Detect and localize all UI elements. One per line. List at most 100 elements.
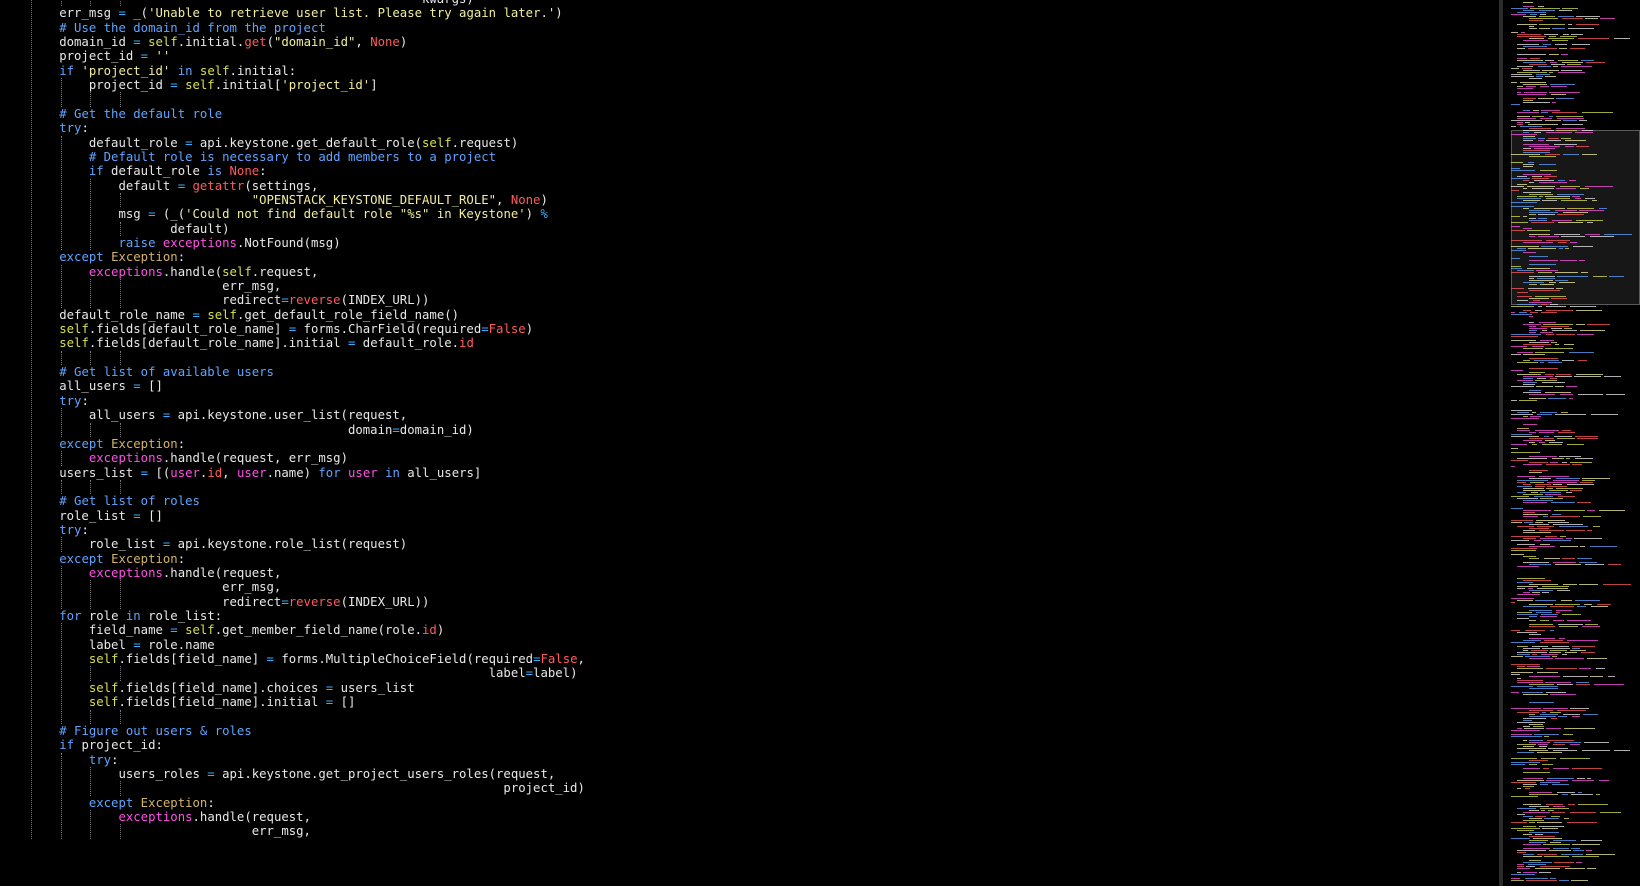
code-line[interactable]: "OPENSTACK_KEYSTONE_DEFAULT_ROLE", None) [0, 193, 548, 208]
minimap-stroke [1540, 544, 1550, 545]
code-line[interactable]: try: [0, 523, 89, 538]
code-line[interactable]: except Exception: [0, 250, 185, 265]
code-line[interactable]: err_msg, [0, 279, 281, 294]
minimap-stroke [1517, 458, 1547, 459]
minimap-stroke [1517, 480, 1548, 481]
code-line[interactable]: users_list = [(user.id, user.name) for u… [0, 466, 481, 481]
minimap-stroke [1511, 448, 1518, 449]
code-line[interactable]: raise exceptions.NotFound(msg) [0, 236, 340, 251]
vertical-scrollbar[interactable] [1499, 0, 1503, 886]
code-line[interactable]: redirect=reverse(INDEX_URL)) [0, 293, 429, 308]
code-line[interactable]: role_list = [] [0, 509, 163, 524]
code-line[interactable]: if default_role is None: [0, 164, 267, 179]
minimap-stroke [1552, 330, 1577, 331]
minimap-stroke [1536, 520, 1565, 521]
code-line[interactable]: # Get list of roles [0, 494, 200, 509]
code-line[interactable]: project_id = '' [0, 49, 170, 64]
code-line[interactable]: except Exception: [0, 796, 215, 811]
code-area[interactable]: **kwargs) err_msg = _('Unable to retriev… [0, 0, 1500, 886]
minimap-stroke [1529, 28, 1537, 29]
code-token: forms.CharField(required [296, 322, 482, 337]
code-line[interactable]: default_role_name = self.get_default_rol… [0, 308, 459, 323]
code-line[interactable]: field_name = self.get_member_field_name(… [0, 623, 444, 638]
code-line[interactable]: for role in role_list: [0, 609, 222, 624]
code-line[interactable]: self.fields[field_name].choices = users_… [0, 681, 415, 696]
code-line[interactable]: domain_id = self.initial.get("domain_id"… [0, 35, 407, 50]
code-line[interactable]: # Default role is necessary to add membe… [0, 150, 496, 165]
code-editor[interactable]: **kwargs) err_msg = _('Unable to retriev… [0, 0, 1640, 886]
code-line[interactable]: if 'project_id' in self.initial: [0, 64, 296, 79]
minimap-stroke [1539, 872, 1551, 873]
code-line[interactable]: self.fields[default_role_name].initial =… [0, 336, 474, 351]
minimap-stroke [1511, 878, 1520, 879]
code-line[interactable]: redirect=reverse(INDEX_URL)) [0, 595, 429, 610]
code-line[interactable]: except Exception: [0, 552, 185, 567]
code-token: .fields[field_name].choices [118, 680, 326, 695]
minimap-stroke [1563, 212, 1588, 213]
minimap-stroke [1538, 236, 1559, 237]
minimap-stroke [1529, 442, 1535, 443]
minimap-stroke [1561, 200, 1587, 201]
minimap-stroke [1511, 246, 1539, 247]
code-line[interactable]: default_role = api.keystone.get_default_… [0, 136, 518, 151]
minimap-stroke [1540, 782, 1560, 783]
minimap-stroke [1517, 566, 1539, 567]
code-line[interactable]: err_msg = _('Unable to retrieve user lis… [0, 6, 562, 21]
code-line[interactable]: exceptions.handle(request, [0, 566, 282, 581]
minimap-stroke [1549, 72, 1553, 73]
code-line[interactable]: label = role.name [0, 638, 215, 653]
code-token: (settings, [244, 178, 319, 193]
indent-guide [31, 0, 32, 839]
code-line[interactable]: project_id) [0, 781, 584, 796]
code-line[interactable]: users_roles = api.keystone.get_project_u… [0, 767, 555, 782]
minimap-stroke [1529, 792, 1552, 793]
code-line[interactable]: label=label) [0, 666, 578, 681]
code-line[interactable]: if project_id: [0, 738, 163, 753]
code-line[interactable]: try: [0, 394, 89, 409]
code-line[interactable]: # Figure out users & roles [0, 724, 252, 739]
code-line[interactable]: all_users = [] [0, 379, 163, 394]
minimap-stroke [1556, 116, 1583, 117]
code-line[interactable]: project_id = self.initial['project_id'] [0, 78, 378, 93]
minimap-stroke [1523, 854, 1534, 855]
code-line[interactable]: try: [0, 121, 89, 136]
minimap-stroke [1603, 584, 1631, 585]
minimap-stroke [1563, 734, 1573, 735]
code-line[interactable]: self.fields[field_name] = forms.Multiple… [0, 652, 585, 667]
code-line[interactable]: err_msg, [0, 580, 281, 595]
code-line[interactable]: try: [0, 753, 119, 768]
code-line[interactable]: # Get the default role [0, 107, 222, 122]
code-line[interactable]: default) [0, 222, 229, 237]
code-line[interactable]: exceptions.handle(self.request, [0, 264, 319, 280]
minimap-stroke [1529, 38, 1544, 39]
code-line[interactable]: msg = (_('Could not find default role "%… [0, 207, 548, 222]
minimap-stroke [1511, 154, 1540, 155]
minimap-stroke [1530, 8, 1560, 9]
code-token: exceptions [88, 566, 163, 580]
code-token: % [540, 207, 548, 222]
code-line[interactable]: exceptions.handle(request, [0, 810, 311, 825]
code-line[interactable]: default = getattr(settings, [0, 179, 318, 194]
code-line[interactable]: domain=domain_id) [0, 423, 474, 438]
code-token: = [170, 78, 178, 93]
minimap[interactable] [1504, 0, 1640, 886]
minimap-stroke [1529, 724, 1543, 725]
minimap-stroke [1517, 578, 1545, 579]
code-line[interactable]: err_msg, [0, 824, 311, 839]
minimap-stroke [1538, 306, 1542, 307]
indent-guide [120, 221, 122, 236]
code-line[interactable]: # Use the domain_id from the project [0, 21, 326, 36]
minimap-stroke [1571, 848, 1580, 849]
minimap-stroke [1511, 414, 1533, 415]
code-line[interactable]: self.fields[field_name].initial = [] [0, 695, 356, 710]
code-line[interactable]: exceptions.handle(request, err_msg) [0, 451, 348, 466]
code-line[interactable]: self.fields[default_role_name] = forms.C… [0, 322, 533, 337]
code-line[interactable]: except Exception: [0, 437, 185, 452]
code-line[interactable]: # Get list of available users [0, 365, 274, 380]
minimap-stroke [1511, 312, 1515, 313]
minimap-stroke [1511, 642, 1535, 643]
code-token: .handle( [162, 264, 223, 279]
